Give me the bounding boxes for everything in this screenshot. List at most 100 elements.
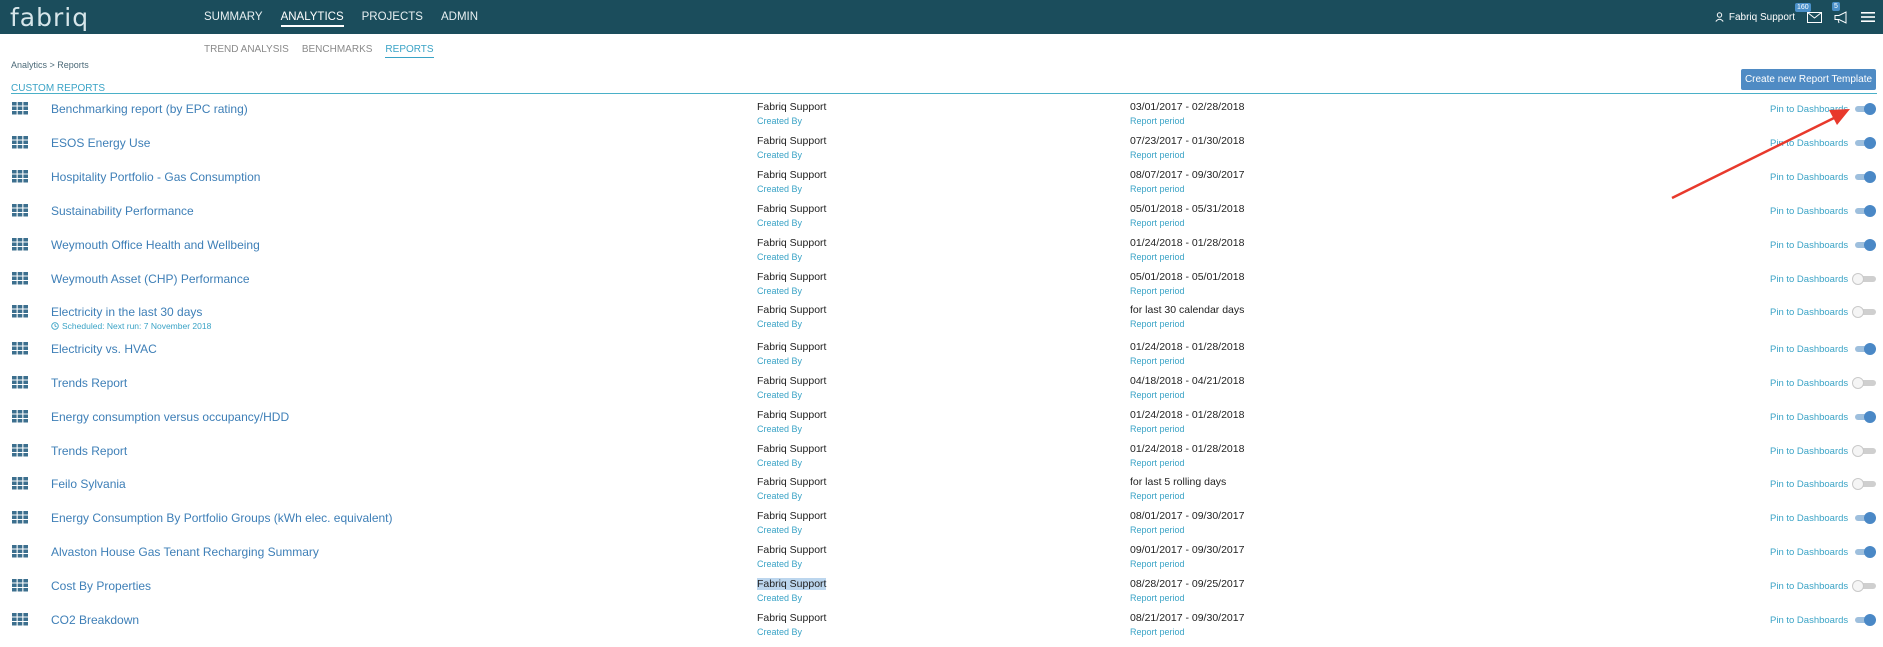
pin-toggle[interactable] <box>1852 546 1876 559</box>
report-name-link[interactable]: Feilo Sylvania <box>51 477 126 491</box>
toggle-knob <box>1864 238 1876 251</box>
pin-toggle[interactable] <box>1852 478 1876 491</box>
created-by-value: Fabriq Support <box>757 510 827 523</box>
grid-icon-wrap[interactable] <box>12 305 28 323</box>
report-period-value: 08/07/2017 - 09/30/2017 <box>1130 168 1245 181</box>
pin-to-dashboards-link[interactable]: Pin to Dashboards <box>1770 412 1848 423</box>
grid-icon-wrap[interactable] <box>12 341 28 360</box>
report-name-link[interactable]: Electricity in the last 30 days <box>51 305 202 319</box>
pin-to-dashboards-link[interactable]: Pin to Dashboards <box>1770 172 1848 183</box>
pin-toggle[interactable] <box>1852 272 1876 285</box>
pin-toggle[interactable] <box>1852 306 1876 319</box>
pin-toggle[interactable] <box>1852 410 1876 423</box>
pin-toggle[interactable] <box>1852 342 1876 355</box>
grid-icon <box>12 511 28 524</box>
grid-icon-wrap[interactable] <box>12 477 28 495</box>
nav-item-analytics[interactable]: ANALYTICS <box>280 11 344 27</box>
pin-to-dashboards-link[interactable]: Pin to Dashboards <box>1770 615 1848 626</box>
report-row: ESOS Energy Use Fabriq Support Created By 0… <box>0 135 1883 170</box>
created-by-label: Created By <box>757 491 803 502</box>
pin-to-dashboards-link[interactable]: Pin to Dashboards <box>1770 240 1848 251</box>
report-period-value: 05/01/2018 - 05/31/2018 <box>1130 202 1245 215</box>
grid-icon <box>12 169 28 183</box>
grid-icon-wrap[interactable] <box>12 102 28 120</box>
pin-to-dashboards-link[interactable]: Pin to Dashboards <box>1770 344 1848 355</box>
grid-icon-wrap[interactable] <box>12 511 28 529</box>
grid-icon-wrap[interactable] <box>12 579 28 597</box>
pin-to-dashboards-link[interactable]: Pin to Dashboards <box>1770 446 1848 457</box>
report-name-link[interactable]: Weymouth Asset (CHP) Performance <box>51 272 250 286</box>
toggle-knob <box>1864 103 1876 115</box>
pin-to-dashboards-link[interactable]: Pin to Dashboards <box>1770 513 1848 524</box>
pin-to-dashboards-link[interactable]: Pin to Dashboards <box>1770 206 1848 217</box>
report-name-link[interactable]: Energy Consumption By Portfolio Groups (… <box>51 511 393 525</box>
nav-item-summary[interactable]: SUMMARY <box>204 11 263 27</box>
grid-icon-wrap[interactable] <box>12 135 28 154</box>
toggle-knob <box>1864 342 1876 355</box>
pin-toggle[interactable] <box>1852 512 1876 525</box>
toggle-knob <box>1864 136 1876 149</box>
pin-toggle[interactable] <box>1852 376 1876 389</box>
pin-to-dashboards-link[interactable]: Pin to Dashboards <box>1770 307 1848 318</box>
nav-item-admin[interactable]: ADMIN <box>441 11 478 27</box>
grid-icon-wrap[interactable] <box>12 237 28 256</box>
pin-to-dashboards-link[interactable]: Pin to Dashboards <box>1770 138 1848 149</box>
pin-toggle[interactable] <box>1852 614 1876 626</box>
pin-to-dashboards-link[interactable]: Pin to Dashboards <box>1770 104 1848 115</box>
subnav-tab-trend-analysis[interactable]: TREND ANALYSIS <box>204 44 289 58</box>
toggle-knob <box>1864 170 1876 183</box>
pin-toggle[interactable] <box>1852 170 1876 183</box>
report-period-value: 01/24/2018 - 01/28/2018 <box>1130 442 1245 455</box>
report-name-link[interactable]: Electricity vs. HVAC <box>51 342 157 356</box>
user-menu[interactable]: Fabriq Support <box>1715 12 1795 23</box>
grid-icon <box>12 135 28 149</box>
report-name-link[interactable]: Weymouth Office Health and Wellbeing <box>51 238 260 252</box>
report-name-link[interactable]: Energy consumption versus occupancy/HDD <box>51 410 289 424</box>
report-name-link[interactable]: Trends Report <box>51 444 127 458</box>
pin-to-dashboards-link[interactable]: Pin to Dashboards <box>1770 274 1848 285</box>
report-name-link[interactable]: Trends Report <box>51 376 127 390</box>
subnav-tab-reports[interactable]: REPORTS <box>385 44 434 58</box>
pin-to-dashboards-link[interactable]: Pin to Dashboards <box>1770 547 1848 558</box>
report-name-link[interactable]: ESOS Energy Use <box>51 136 150 150</box>
grid-icon-wrap[interactable] <box>12 169 28 188</box>
pin-to-dashboards-link[interactable]: Pin to Dashboards <box>1770 581 1848 592</box>
pin-to-dashboards-link[interactable]: Pin to Dashboards <box>1770 479 1848 490</box>
created-by-label: Created By <box>757 525 803 536</box>
subnav-tab-benchmarks[interactable]: BENCHMARKS <box>302 44 373 58</box>
pin-toggle[interactable] <box>1852 444 1876 457</box>
pin-toggle[interactable] <box>1852 580 1876 593</box>
grid-icon <box>12 477 28 490</box>
report-name-link[interactable]: Alvaston House Gas Tenant Recharging Sum… <box>51 545 319 559</box>
grid-icon-wrap[interactable] <box>12 443 28 462</box>
hamburger-menu-button[interactable] <box>1861 11 1875 23</box>
report-name-link[interactable]: Hospitality Portfolio - Gas Consumption <box>51 170 260 184</box>
report-row: Weymouth Office Health and Wellbeing Fabr… <box>0 237 1883 272</box>
report-name-link[interactable]: Benchmarking report (by EPC rating) <box>51 102 248 116</box>
pin-toggle[interactable] <box>1852 204 1876 217</box>
messages-button[interactable]: 160 <box>1795 2 1822 23</box>
report-name-link[interactable]: Sustainability Performance <box>51 204 194 218</box>
fabriq-logo[interactable]: fabriq <box>10 3 89 32</box>
pin-toggle[interactable] <box>1852 238 1876 251</box>
report-period-label: Report period <box>1130 251 1185 262</box>
create-report-template-button[interactable]: Create new Report Template <box>1741 69 1876 90</box>
grid-icon-wrap[interactable] <box>12 613 28 631</box>
pin-toggle[interactable] <box>1852 103 1876 115</box>
grid-icon-wrap[interactable] <box>12 375 28 394</box>
nav-item-projects[interactable]: PROJECTS <box>362 11 423 27</box>
grid-icon-wrap[interactable] <box>12 271 28 290</box>
pin-to-dashboards-link[interactable]: Pin to Dashboards <box>1770 378 1848 389</box>
announcements-button[interactable]: 5 <box>1832 1 1849 24</box>
toggle-knob <box>1864 546 1876 559</box>
grid-icon-wrap[interactable] <box>12 409 28 428</box>
grid-icon-wrap[interactable] <box>12 203 28 222</box>
report-name-link[interactable]: Cost By Properties <box>51 579 151 593</box>
user-name: Fabriq Support <box>1728 11 1795 23</box>
report-name-link[interactable]: CO2 Breakdown <box>51 613 139 627</box>
breadcrumb-analytics[interactable]: Analytics <box>11 60 47 70</box>
report-period-label: Report period <box>1130 319 1185 330</box>
grid-icon-wrap[interactable] <box>12 545 28 563</box>
section-divider <box>11 93 1877 94</box>
pin-toggle[interactable] <box>1852 136 1876 149</box>
